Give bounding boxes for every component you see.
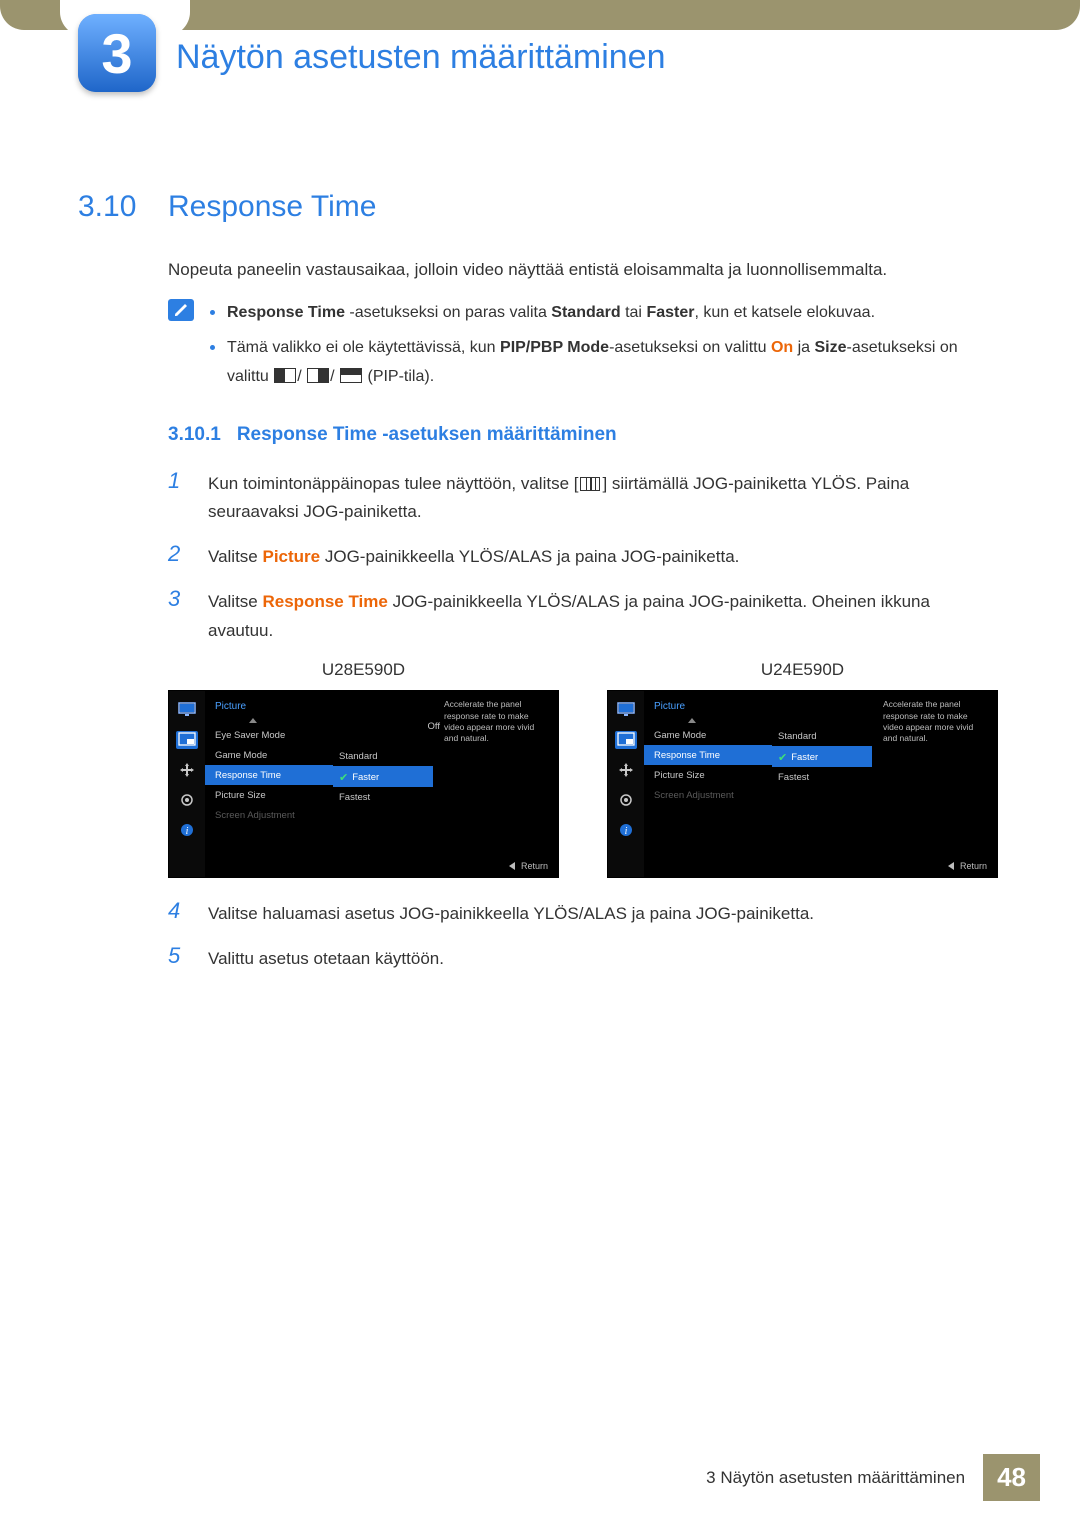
page-footer: 3 Näytön asetusten määrittäminen 48 [688,1454,1040,1501]
page-number: 48 [983,1454,1040,1501]
osd-option: Fastest [772,767,872,787]
step-number: 5 [168,943,186,974]
subsection-number: 3.10.1 [168,424,221,446]
step-4: 4 Valitse haluamasi asetus JOG-painikkee… [168,898,998,929]
step-number: 3 [168,586,186,646]
gear-icon [615,791,637,809]
step-number: 4 [168,898,186,929]
osd-menu-item: Eye Saver Mode [205,725,333,745]
osd-menu-item-selected: Response Time [644,745,772,765]
osd-menu-list: Picture Game Mode Response Time Picture … [644,691,772,877]
note-item: Response Time -asetukseksi on paras vali… [210,299,998,328]
osd-option-selected: ✔Faster [772,747,872,767]
osd-menu-item: Game Mode [205,745,333,765]
osd-return-label: Return [948,861,987,871]
pip-icon [176,731,198,749]
step-number: 2 [168,541,186,572]
osd-menu-list: Picture Eye Saver Mode Game Mode Respons… [205,691,333,877]
osd-menu-item-selected: Response Time [205,765,333,785]
monitor-icon [615,701,637,719]
chapter-number: 3 [101,21,132,86]
chapter-title: Näytön asetusten määrittäminen [176,38,665,77]
osd-option-selected: ✔Faster [333,767,433,787]
pip-icon [615,731,637,749]
chapter-badge: 3 [78,14,156,92]
osd-value-off: Off [428,721,441,732]
subsection-title: Response Time -asetuksen määrittäminen [237,424,617,446]
osd-menu-item: Picture Size [205,785,333,805]
gear-icon [176,791,198,809]
step-3: 3 Valitse Response Time JOG-painikkeella… [168,586,998,646]
osd-model-label: U28E590D [168,660,559,680]
osd-options-list: Standard ✔Faster Fastest [333,691,433,877]
note-icon [168,299,194,321]
info-icon: i [176,821,198,839]
step-number: 1 [168,468,186,528]
svg-text:i: i [186,826,189,837]
section-number: 3.10 [78,190,168,224]
check-icon: ✔ [778,751,787,764]
osd-description: Accelerate the panel response rate to ma… [444,699,550,745]
intro-text: Nopeuta paneelin vastausaikaa, jolloin v… [168,256,998,283]
move-icon [615,761,637,779]
osd-option: Fastest [333,787,433,807]
section-heading: 3.10 Response Time [78,190,998,224]
section-title: Response Time [168,190,376,224]
menu-icon [580,477,600,491]
info-icon: i [615,821,637,839]
osd-sidebar: i [169,691,205,877]
move-icon [176,761,198,779]
osd-menu-item: Game Mode [644,725,772,745]
note-block: Response Time -asetukseksi on paras vali… [168,299,998,397]
osd-options-list: Standard ✔Faster Fastest [772,691,872,877]
osd-screenshot-2: U24E590D i Picture Game Mode Response Ti… [607,660,998,878]
osd-description: Accelerate the panel response rate to ma… [883,699,989,745]
svg-text:i: i [625,826,628,837]
osd-return-label: Return [509,861,548,871]
subsection-heading: 3.10.1 Response Time -asetuksen määrittä… [168,424,998,446]
step-1: 1 Kun toimintonäppäinopas tulee näyttöön… [168,468,998,528]
osd-screenshot-1: U28E590D i Picture Eye Saver Mode Game M… [168,660,559,878]
note-item: Tämä valikko ei ole käytettävissä, kun P… [210,334,998,392]
osd-model-label: U24E590D [607,660,998,680]
osd-menu-item-disabled: Screen Adjustment [644,785,772,805]
step-2: 2 Valitse Picture JOG-painikkeella YLÖS/… [168,541,998,572]
pip-layout-icon [307,368,329,383]
osd-menu-item: Picture Size [644,765,772,785]
monitor-icon [176,701,198,719]
pip-layout-icon [340,368,362,383]
pip-layout-icon [274,368,296,383]
osd-option: Standard [333,747,433,767]
footer-chapter-title: 3 Näytön asetusten määrittäminen [688,1468,983,1488]
osd-option: Standard [772,727,872,747]
osd-menu-item-disabled: Screen Adjustment [205,805,333,825]
step-5: 5 Valittu asetus otetaan käyttöön. [168,943,998,974]
check-icon: ✔ [339,771,348,784]
osd-sidebar: i [608,691,644,877]
